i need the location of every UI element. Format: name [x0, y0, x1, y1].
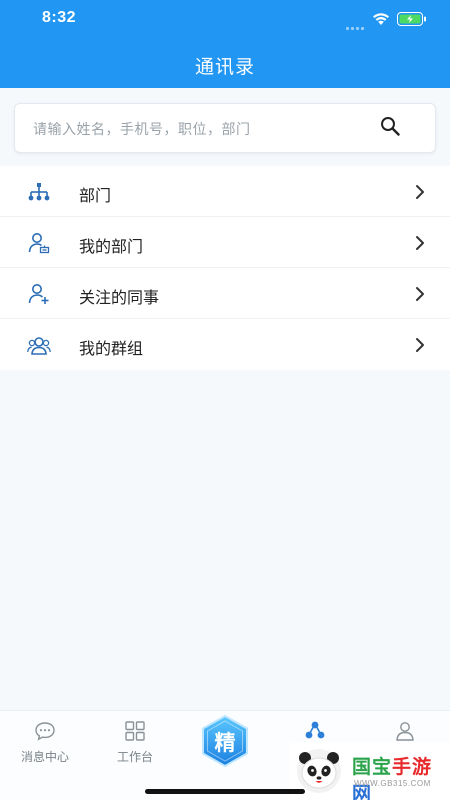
signal-icon: [346, 17, 366, 30]
wifi-icon: [373, 13, 389, 25]
tab-workbench[interactable]: 工作台: [90, 711, 180, 781]
profile-icon: [396, 722, 414, 741]
menu-item-label: 关注的同事: [79, 290, 160, 307]
tab-label: 工作台: [116, 750, 153, 764]
watermark-brand-part: 国宝: [352, 757, 393, 778]
menu-item-label: 我的部门: [79, 239, 144, 256]
watermark-brand-part: 手游: [392, 757, 433, 778]
menu-item-label: 我的群组: [79, 341, 144, 358]
status-time: 8:32: [42, 9, 77, 26]
menu-item-label: 部门: [79, 188, 112, 205]
search-input[interactable]: [33, 117, 373, 141]
menu-item-my-department[interactable]: 我的部门: [0, 217, 450, 268]
panda-logo-icon: [297, 749, 341, 793]
watermark-url: WWW.GB315.COM: [354, 779, 431, 788]
menu-item-my-groups[interactable]: 我的群组: [0, 319, 450, 370]
grid-icon: [125, 721, 145, 741]
battery-icon: [397, 12, 426, 26]
chevron-right-icon: [416, 236, 424, 250]
tab-message-center[interactable]: 消息中心: [0, 711, 90, 781]
group-icon: [27, 337, 51, 355]
search-icon[interactable]: [379, 115, 401, 137]
status-bar: 8:32: [0, 0, 450, 40]
watermark-brand: 国宝手游网: [352, 752, 450, 800]
org-chart-icon: [28, 183, 50, 201]
center-badge-text: 精: [214, 732, 236, 755]
tab-label: 消息中心: [20, 750, 69, 764]
page-title: 通讯录: [194, 57, 255, 78]
contacts-menu: 部门 我的部门 关注的同事 我的群组: [0, 166, 450, 370]
add-user-icon: [28, 284, 49, 304]
contacts-icon: [305, 721, 325, 739]
chat-bubble-icon: [35, 722, 55, 741]
app-header: 8:32 通讯录: [0, 0, 450, 88]
home-indicator: [145, 789, 305, 794]
chevron-right-icon: [416, 338, 424, 352]
chevron-right-icon: [416, 185, 424, 199]
watermark: 国宝手游网 WWW.GB315.COM: [290, 742, 450, 800]
search-box[interactable]: [14, 103, 436, 153]
chevron-right-icon: [416, 287, 424, 301]
menu-item-followed-colleagues[interactable]: 关注的同事: [0, 268, 450, 319]
menu-item-departments[interactable]: 部门: [0, 166, 450, 217]
user-department-icon: [28, 233, 50, 254]
